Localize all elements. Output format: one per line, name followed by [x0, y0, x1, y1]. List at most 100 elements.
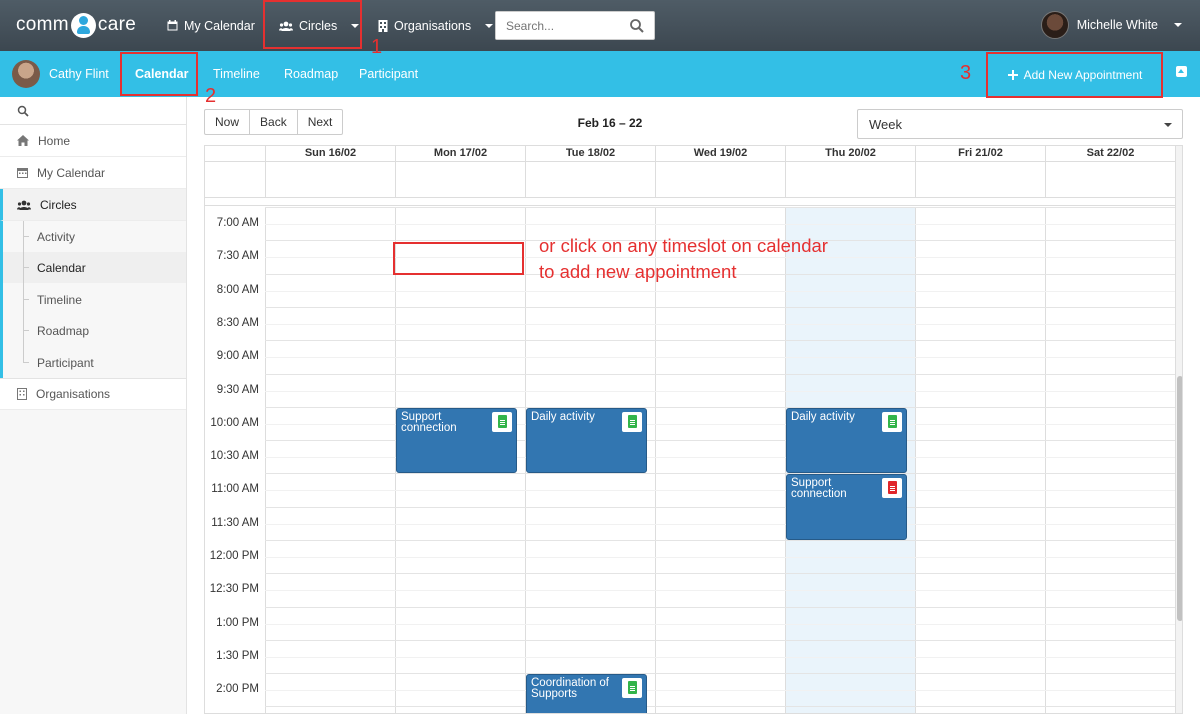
all-day-cell[interactable]	[525, 162, 655, 198]
time-slot[interactable]	[265, 507, 1175, 508]
annotation-step-1: 1	[371, 36, 383, 58]
day-header: Fri 21/02	[915, 146, 1045, 162]
circle-participant[interactable]: Cathy Flint	[12, 58, 109, 90]
event-title: Support connection	[791, 477, 847, 501]
sidebar-item-label: Home	[38, 133, 71, 148]
calendar-scrollbar[interactable]	[1175, 146, 1182, 713]
document-green-icon[interactable]	[492, 411, 512, 432]
sidebar-search[interactable]	[0, 97, 186, 125]
collapse-up-icon[interactable]	[1176, 66, 1187, 77]
sidebar-subitem-roadmap[interactable]: Roadmap	[3, 315, 186, 346]
sidebar-item-my-calendar[interactable]: My Calendar	[0, 157, 186, 189]
time-slot[interactable]	[265, 473, 1175, 474]
view-select-value: Week	[869, 116, 902, 132]
search-input[interactable]	[496, 12, 626, 39]
all-day-cell[interactable]	[655, 162, 785, 198]
tab-roadmap[interactable]: Roadmap	[284, 51, 338, 97]
sidebar-subitem-activity[interactable]: Activity	[3, 221, 186, 252]
annotation-box-circles	[263, 0, 362, 49]
time-label: 10:30 AM	[210, 450, 259, 462]
calendar-event[interactable]: Support connection	[786, 474, 907, 540]
time-slot[interactable]	[265, 340, 1175, 341]
day-column-divider	[915, 207, 916, 713]
time-slot[interactable]	[265, 207, 1175, 208]
time-slot[interactable]	[265, 607, 1175, 608]
all-day-row	[205, 162, 1175, 198]
now-button[interactable]: Now	[204, 109, 251, 135]
time-slot[interactable]	[265, 706, 1175, 707]
document-green-icon[interactable]	[622, 678, 642, 699]
calendar-event[interactable]: Support connection	[396, 407, 517, 474]
calendar-event[interactable]: Daily activity	[526, 407, 647, 474]
all-day-cell[interactable]	[915, 162, 1045, 198]
annotation-box-timeslot	[393, 242, 524, 275]
time-label: 1:00 PM	[216, 617, 259, 629]
sidebar-subitem-label: Timeline	[37, 292, 82, 307]
user-name: Michelle White	[1076, 18, 1158, 32]
user-menu[interactable]: Michelle White	[1040, 10, 1182, 40]
half-slot-divider	[265, 557, 1175, 558]
scrollbar-thumb[interactable]	[1177, 376, 1182, 621]
search-icon[interactable]	[629, 18, 645, 34]
event-title: Support connection	[401, 410, 457, 434]
all-day-cell[interactable]	[395, 162, 525, 198]
tab-timeline[interactable]: Timeline	[213, 51, 260, 97]
calendar-event[interactable]: Coordination of Supports	[526, 674, 647, 713]
annotation-step-2: 2	[205, 85, 217, 107]
sidebar-item-organisations[interactable]: Organisations	[0, 378, 186, 410]
half-slot-divider	[265, 590, 1175, 591]
half-slot-divider	[265, 391, 1175, 392]
sidebar-subitem-label: Activity	[37, 229, 76, 244]
nav-organisations[interactable]: Organisations	[378, 0, 494, 51]
half-slot-divider	[265, 490, 1175, 491]
time-slot[interactable]	[265, 540, 1175, 541]
logo-person-icon	[70, 12, 96, 38]
nav-my-calendar[interactable]: My Calendar	[167, 0, 255, 51]
sidebar-subitem-timeline[interactable]: Timeline	[3, 284, 186, 315]
event-title: Daily activity	[531, 410, 595, 423]
time-slot[interactable]	[265, 573, 1175, 574]
date-range-label: Feb 16 – 22	[577, 116, 643, 130]
document-green-icon[interactable]	[882, 411, 902, 432]
avatar	[1040, 11, 1069, 39]
sidebar-item-circles[interactable]: Circles	[0, 189, 186, 221]
sidebar: Home My Calendar Circles Activity Calend…	[0, 97, 187, 714]
all-day-cell[interactable]	[265, 162, 395, 198]
day-header: Mon 17/02	[395, 146, 525, 162]
sidebar-subitem-participant[interactable]: Participant	[3, 347, 186, 378]
time-slot[interactable]	[265, 307, 1175, 308]
commcare-logo[interactable]: comm care	[16, 10, 136, 40]
back-button[interactable]: Back	[249, 109, 298, 135]
logo-text-right: care	[97, 14, 137, 35]
all-day-cell[interactable]	[785, 162, 915, 198]
half-slot-divider	[265, 624, 1175, 625]
day-column-divider	[1045, 207, 1046, 713]
all-day-cell[interactable]	[1045, 162, 1175, 198]
active-section-accent	[0, 221, 3, 378]
sidebar-subitem-calendar[interactable]: Calendar	[3, 252, 186, 283]
search-icon[interactable]	[17, 105, 29, 117]
document-red-icon[interactable]	[882, 478, 902, 499]
view-select[interactable]: Week	[857, 109, 1183, 139]
circle-participant-name: Cathy Flint	[49, 67, 109, 81]
time-slot[interactable]	[265, 374, 1175, 375]
sidebar-subitem-label: Calendar	[37, 260, 86, 275]
sidebar-item-home[interactable]: Home	[0, 125, 186, 157]
day-column-divider	[265, 207, 266, 713]
nav-my-calendar-label: My Calendar	[184, 18, 255, 33]
sidebar-item-label: Circles	[40, 197, 77, 212]
time-label: 8:30 AM	[216, 317, 259, 329]
day-header: Wed 19/02	[655, 146, 785, 162]
week-calendar: Sun 16/02 Mon 17/02 Tue 18/02 Wed 19/02 Thu …	[204, 145, 1183, 714]
half-slot-divider	[265, 690, 1175, 691]
document-green-icon[interactable]	[622, 411, 642, 432]
calendar-event[interactable]: Daily activity	[786, 407, 907, 474]
sidebar-subitem-label: Participant	[37, 355, 94, 370]
time-slot[interactable]	[265, 640, 1175, 641]
day-header: Sun 16/02	[265, 146, 395, 162]
tab-participant[interactable]: Participant	[359, 51, 418, 97]
calendar-nav-buttons: Now Back Next	[204, 109, 344, 135]
time-slot[interactable]	[265, 673, 1175, 674]
next-button[interactable]: Next	[296, 109, 344, 135]
day-header: Tue 18/02	[525, 146, 655, 162]
